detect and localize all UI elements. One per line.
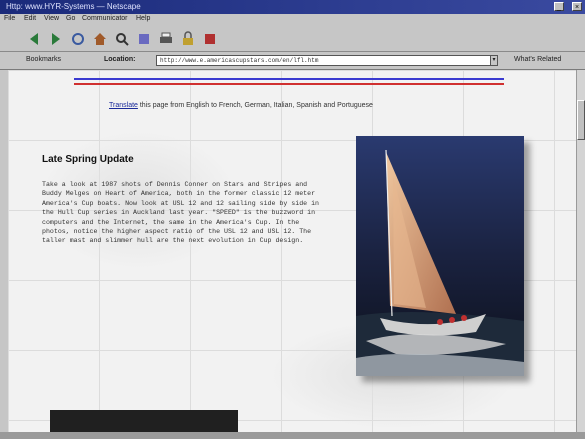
header-rule-red: [74, 83, 504, 85]
close-button[interactable]: ×: [572, 2, 582, 11]
translate-description: this page from English to French, German…: [137, 102, 373, 109]
security-icon[interactable]: [180, 30, 196, 48]
stop-icon[interactable]: [202, 30, 218, 48]
menu-help[interactable]: Help: [136, 15, 150, 22]
status-bar: [0, 432, 585, 439]
page-heading: Late Spring Update: [42, 154, 134, 165]
menu-edit[interactable]: Edit: [24, 15, 36, 22]
scrollbar-thumb[interactable]: [577, 100, 585, 140]
vertical-scrollbar[interactable]: [576, 70, 585, 436]
location-label: Location:: [104, 56, 136, 63]
translate-link[interactable]: Translate: [109, 102, 138, 109]
page-content: Translate this page from English to Fren…: [8, 70, 576, 436]
search-icon[interactable]: [114, 30, 130, 48]
menu-bar: File Edit View Go Communicator Help: [0, 14, 585, 26]
navigation-toolbar: [0, 26, 585, 52]
browser-window: Http: www.HYR-Systems — Netscape _ × Fil…: [0, 0, 585, 439]
home-icon[interactable]: [92, 30, 108, 48]
forward-icon[interactable]: [48, 30, 64, 48]
menu-communicator[interactable]: Communicator: [82, 15, 128, 22]
window-title: Http: www.HYR-Systems — Netscape: [6, 2, 141, 11]
header-rule-blue: [74, 78, 504, 80]
title-bar: Http: www.HYR-Systems — Netscape _ ×: [0, 0, 585, 14]
print-icon[interactable]: [158, 30, 174, 48]
translate-line: Translate this page from English to Fren…: [109, 102, 373, 109]
article-body: Take a look at 1987 shots of Dennis Conn…: [42, 181, 319, 245]
minimize-button[interactable]: _: [554, 2, 564, 11]
menu-go[interactable]: Go: [66, 15, 75, 22]
url-input[interactable]: http://www.e.americascupstars.com/en/lfl…: [156, 55, 496, 66]
sailboat-image: [356, 136, 524, 376]
sailboat-photo: [356, 136, 524, 376]
reload-icon[interactable]: [70, 30, 86, 48]
menu-file[interactable]: File: [4, 15, 15, 22]
menu-view[interactable]: View: [44, 15, 59, 22]
url-dropdown-icon[interactable]: ▾: [490, 55, 498, 66]
bookmarks-button[interactable]: Bookmarks: [26, 56, 61, 63]
location-bar: Bookmarks Location: http://www.e.america…: [0, 52, 585, 70]
whats-related-button[interactable]: What's Related: [514, 56, 561, 63]
guide-icon[interactable]: [136, 30, 152, 48]
back-icon[interactable]: [26, 30, 42, 48]
